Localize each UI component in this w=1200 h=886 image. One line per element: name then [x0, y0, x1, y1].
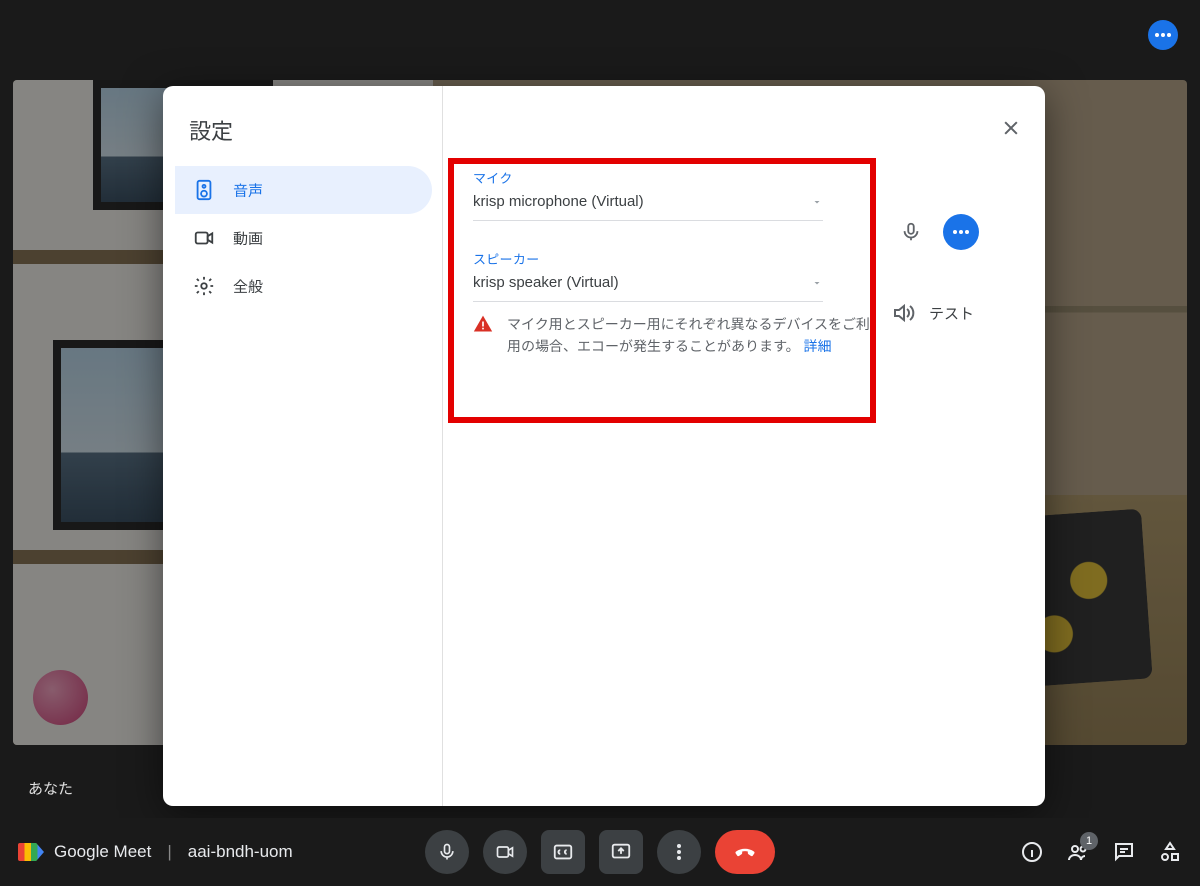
leave-call-button[interactable] — [715, 830, 775, 874]
separator: | — [167, 842, 171, 862]
meeting-bottom-bar: Google Meet | aai-bndh-uom — [0, 818, 1200, 886]
nav-general[interactable]: 全般 — [175, 262, 432, 310]
participants-button[interactable]: 1 — [1066, 840, 1090, 864]
chat-button[interactable] — [1112, 840, 1136, 864]
settings-content: マイク krisp microphone (Virtual) スピーカー — [443, 86, 1045, 806]
volume-icon — [891, 301, 915, 325]
info-icon — [1020, 840, 1044, 864]
shapes-icon — [1158, 840, 1182, 864]
nav-audio[interactable]: 音声 — [175, 166, 432, 214]
mic-icon — [437, 842, 457, 862]
gear-icon — [193, 275, 215, 297]
speaker-section-label: スピーカー — [473, 249, 1015, 268]
nav-video[interactable]: 動画 — [175, 214, 432, 262]
warning-details-link[interactable]: 詳細 — [804, 338, 832, 354]
cc-icon — [552, 841, 574, 863]
toggle-camera-button[interactable] — [483, 830, 527, 874]
nav-video-label: 動画 — [233, 228, 263, 249]
nav-general-label: 全般 — [233, 276, 263, 297]
toggle-mic-button[interactable] — [425, 830, 469, 874]
toggle-captions-button[interactable] — [541, 830, 585, 874]
chevron-down-icon — [811, 196, 823, 208]
mic-icon[interactable] — [893, 214, 929, 250]
more-controls-button[interactable] — [657, 830, 701, 874]
brand-block: Google Meet | aai-bndh-uom — [18, 842, 293, 862]
mic-select[interactable]: krisp microphone (Virtual) — [473, 187, 823, 221]
speaker-selected-value: krisp speaker (Virtual) — [473, 274, 619, 291]
mic-selected-value: krisp microphone (Virtual) — [473, 193, 644, 210]
self-view-label: あなた — [28, 778, 73, 799]
settings-title: 設定 — [163, 114, 442, 166]
close-icon — [1001, 118, 1021, 138]
present-icon — [610, 841, 632, 863]
brand-name: Google Meet — [54, 842, 151, 862]
present-screen-button[interactable] — [599, 830, 643, 874]
camera-icon — [193, 227, 215, 249]
chat-icon — [1112, 840, 1136, 864]
chevron-down-icon — [811, 277, 823, 289]
mic-more-button[interactable] — [943, 214, 979, 250]
hangup-icon — [732, 839, 758, 865]
speaker-box-icon — [193, 179, 215, 201]
more-vert-icon — [677, 844, 681, 860]
meet-logo-icon — [18, 843, 44, 861]
nav-audio-label: 音声 — [233, 180, 263, 201]
meeting-code: aai-bndh-uom — [188, 842, 293, 862]
meeting-details-button[interactable] — [1020, 840, 1044, 864]
participant-count-badge: 1 — [1080, 832, 1098, 850]
close-button[interactable] — [997, 114, 1025, 142]
more-options-bubble[interactable] — [1148, 20, 1178, 50]
warning-icon — [473, 314, 493, 334]
activities-button[interactable] — [1158, 840, 1182, 864]
settings-sidebar: 設定 音声 動画 — [163, 86, 443, 806]
speaker-test-button[interactable]: テスト — [929, 303, 974, 324]
mic-section-label: マイク — [473, 168, 1015, 187]
echo-warning: マイク用とスピーカー用にそれぞれ異なるデバイスをご利用の場合、エコーが発生するこ… — [473, 314, 873, 357]
speaker-select[interactable]: krisp speaker (Virtual) — [473, 268, 823, 302]
settings-dialog: 設定 音声 動画 — [163, 86, 1045, 806]
camera-icon — [495, 842, 515, 862]
